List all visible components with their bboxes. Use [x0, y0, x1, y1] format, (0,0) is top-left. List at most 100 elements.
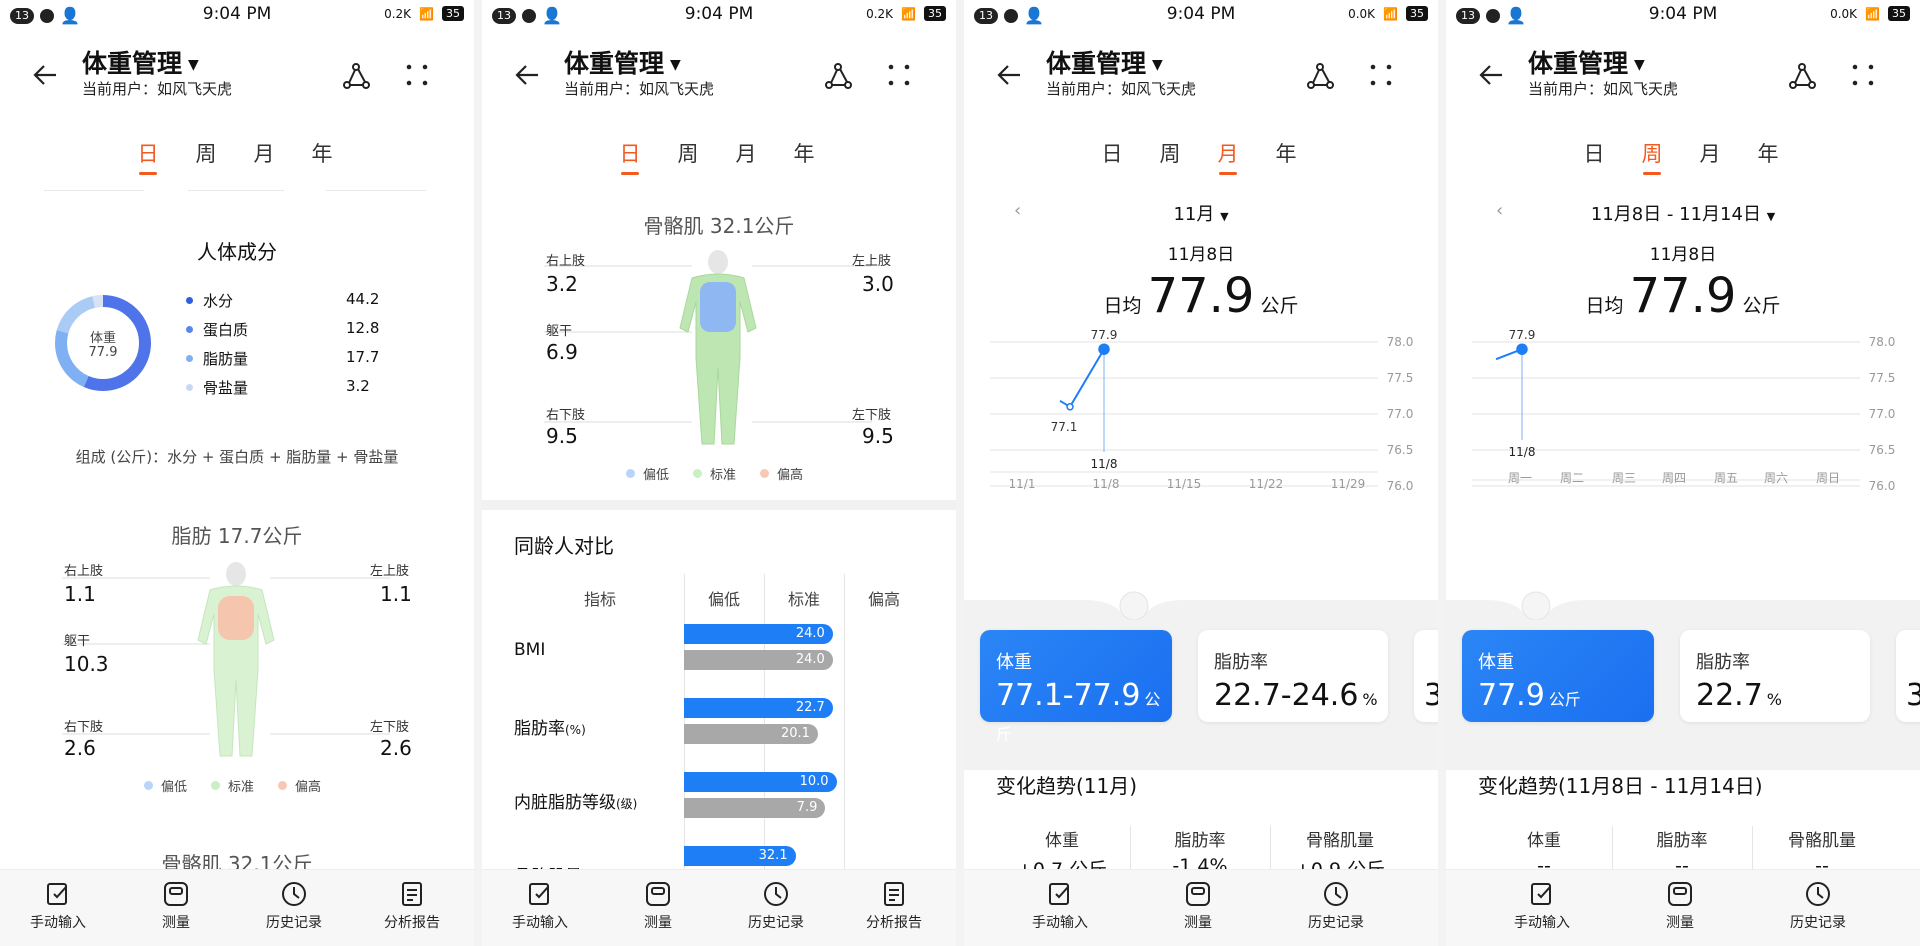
more-grid-icon[interactable]: [886, 62, 912, 88]
dropdown-caret-icon: ▼: [188, 57, 199, 73]
more-grid-icon[interactable]: [404, 62, 430, 88]
battery-level: 35: [924, 6, 946, 21]
tab-week[interactable]: 周: [1632, 138, 1672, 175]
item-value: 3.2: [346, 377, 370, 395]
nav-measure[interactable]: 测量: [126, 880, 226, 932]
tab-day[interactable]: 日: [128, 138, 168, 175]
status-bar: 13 👤 9:04 PM 0.2K 📶 35: [0, 0, 474, 28]
back-arrow-icon[interactable]: [512, 60, 542, 90]
nav-history[interactable]: 历史记录: [726, 880, 826, 932]
compare-row-label: 脂肪率(%): [514, 719, 586, 739]
net-speed: 0.0K: [1830, 6, 1858, 21]
dropdown-caret-icon: ▼: [1634, 57, 1645, 73]
more-grid-icon[interactable]: [1850, 62, 1876, 88]
dropdown-caret-icon: ▼: [670, 57, 681, 73]
nav-manual-input[interactable]: 手动输入: [1010, 880, 1110, 932]
x-tick-label: 周二: [1560, 471, 1584, 485]
net-speed: 0.2K: [866, 6, 894, 21]
trend-label: 体重: [1045, 831, 1079, 851]
connect-icon[interactable]: [822, 60, 854, 92]
limb-label: 右上肢: [546, 254, 586, 269]
card-title: 脂肪率: [1214, 652, 1268, 673]
nav-history[interactable]: 历史记录: [244, 880, 344, 932]
tab-month[interactable]: 月: [1690, 138, 1730, 168]
net-speed: 0.0K: [1348, 6, 1376, 21]
status-bar: 13 👤 9:04 PM 0.0K 📶 35: [964, 0, 1438, 28]
limb-label: 躯干: [546, 324, 573, 339]
tab-year[interactable]: 年: [1266, 138, 1306, 168]
col-header: 指标: [583, 590, 616, 609]
tab-week[interactable]: 周: [668, 138, 708, 168]
col-header: 偏低: [707, 590, 740, 609]
tab-year[interactable]: 年: [302, 138, 342, 168]
tab-day[interactable]: 日: [1574, 138, 1614, 168]
nav-measure[interactable]: 测量: [1148, 880, 1248, 932]
page-title[interactable]: 体重管理 ▼: [1528, 44, 1645, 80]
app-bar: 体重管理 ▼ 当前用户：如风飞天虎: [482, 40, 956, 110]
more-grid-icon[interactable]: [1368, 62, 1394, 88]
x-tick-label: 11/15: [1167, 477, 1202, 491]
my-value-bar: 24.0: [684, 624, 833, 644]
tab-month[interactable]: 月: [1208, 138, 1248, 175]
connect-icon[interactable]: [1786, 60, 1818, 92]
trend-title: 变化趋势(11月): [996, 774, 1138, 798]
nav-label: 历史记录: [266, 915, 322, 931]
avg-label: 日均: [1585, 295, 1624, 317]
back-arrow-icon[interactable]: [1476, 60, 1506, 90]
tab-month[interactable]: 月: [244, 138, 284, 168]
battery-level: 35: [442, 6, 464, 21]
nav-manual-input[interactable]: 手动输入: [8, 880, 108, 932]
selected-date: 11月8日: [1167, 245, 1235, 265]
period-selector[interactable]: ‹ 11月 ▼: [964, 200, 1438, 226]
tab-day[interactable]: 日: [610, 138, 650, 175]
next-card-partial[interactable]: 3: [1896, 630, 1920, 722]
nav-manual-input[interactable]: 手动输入: [490, 880, 590, 932]
weight-chart-week[interactable]: 78.0 77.5 77.0 76.5 76.0 周一 周二 周三 周四 周五 周六 周日 11/8 77…: [1446, 330, 1920, 610]
page-title[interactable]: 体重管理 ▼: [1046, 44, 1163, 80]
period-selector[interactable]: ‹ 11月8日 - 11月14日 ▼: [1446, 200, 1920, 226]
data-label: 77.9: [1509, 330, 1536, 342]
connect-icon[interactable]: [340, 60, 372, 92]
weight-card[interactable]: 体重 77.9 公斤: [1462, 630, 1654, 722]
item-value: 17.7: [346, 348, 380, 366]
bodyfat-card[interactable]: 脂肪率 22.7%: [1680, 630, 1870, 722]
card-value: 3: [1424, 678, 1438, 713]
nav-history[interactable]: 历史记录: [1286, 880, 1386, 932]
back-arrow-icon[interactable]: [994, 60, 1024, 90]
weight-chart-month[interactable]: 78.0 77.5 77.0 76.5 76.0 11/1 11/8 11/15 11/22 11…: [964, 330, 1438, 610]
weight-card[interactable]: 体重 77.1-77.9 公斤: [980, 630, 1172, 744]
battery-level: 35: [1406, 6, 1428, 21]
page-title[interactable]: 体重管理 ▼: [564, 44, 681, 80]
nav-measure[interactable]: 测量: [608, 880, 708, 932]
tab-year[interactable]: 年: [1748, 138, 1788, 168]
scale-icon: [646, 882, 670, 906]
connect-icon[interactable]: [1304, 60, 1336, 92]
tab-month[interactable]: 月: [726, 138, 766, 168]
page-title[interactable]: 体重管理 ▼: [82, 44, 199, 80]
chart-selector-handle[interactable]: [1084, 586, 1184, 626]
selected-date: 11月8日: [1649, 245, 1717, 265]
chart-selector-handle[interactable]: [1486, 586, 1586, 626]
grid-line: [844, 574, 845, 874]
y-tick-label: 76.0: [1387, 479, 1414, 493]
prev-period-icon[interactable]: ‹: [1014, 200, 1021, 221]
next-card-partial[interactable]: 3: [1414, 630, 1438, 722]
x-tick-label: 周六: [1764, 471, 1788, 485]
limb-value: 3.0: [862, 272, 894, 296]
prev-period-icon[interactable]: ‹: [1496, 200, 1503, 221]
nav-manual-input[interactable]: 手动输入: [1492, 880, 1592, 932]
nav-report[interactable]: 分析报告: [844, 880, 944, 932]
bodyfat-card[interactable]: 脂肪率 22.7-24.6%: [1198, 630, 1388, 722]
nav-measure[interactable]: 测量: [1630, 880, 1730, 932]
nav-history[interactable]: 历史记录: [1768, 880, 1868, 932]
wifi-icon: 📶: [901, 6, 916, 21]
nav-report[interactable]: 分析报告: [362, 880, 462, 932]
tab-week[interactable]: 周: [1150, 138, 1190, 168]
tab-year[interactable]: 年: [784, 138, 824, 168]
tab-day[interactable]: 日: [1092, 138, 1132, 168]
tab-week[interactable]: 周: [186, 138, 226, 168]
period-tabs: 日 周 月 年: [0, 138, 474, 178]
scale-icon: [1668, 882, 1692, 906]
clock-icon: [1324, 882, 1348, 906]
back-arrow-icon[interactable]: [30, 60, 60, 90]
